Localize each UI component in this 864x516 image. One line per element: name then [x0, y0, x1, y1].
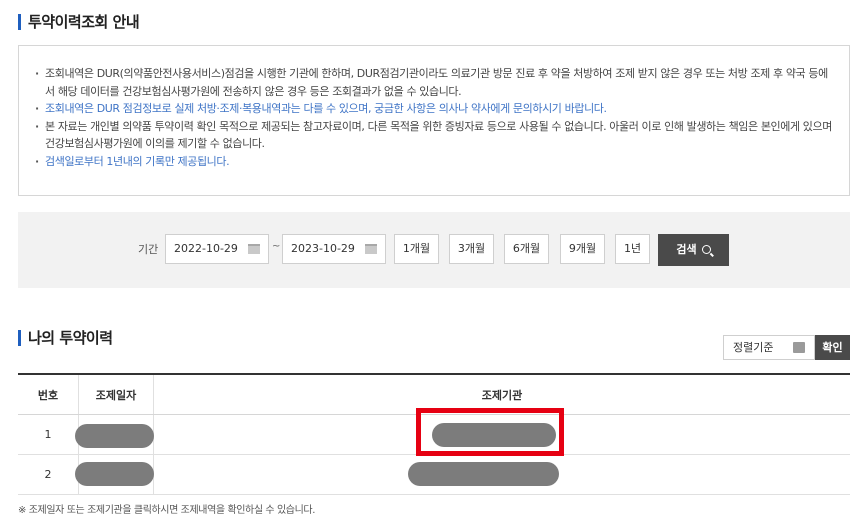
- notice-box: 조회내역은 DUR(의약품안전사용서비스)점검을 시행한 기관에 한하며, DU…: [18, 45, 850, 196]
- redacted-date[interactable]: [75, 424, 154, 448]
- notice-item: 조회내역은 DUR(의약품안전사용서비스)점검을 시행한 기관에 한하며, DU…: [35, 65, 833, 100]
- dispense-date-cell[interactable]: [75, 454, 154, 495]
- sort-select-value: 정렬기준: [733, 341, 774, 354]
- search-button[interactable]: 검색: [658, 234, 729, 266]
- title-accent-bar: [18, 13, 21, 30]
- period-1-year-button[interactable]: 1년: [615, 234, 650, 264]
- confirm-button[interactable]: 확인: [815, 335, 850, 360]
- period-6-month-button[interactable]: 6개월: [504, 234, 549, 264]
- history-section-title: 나의 투약이력: [18, 327, 113, 348]
- dispense-date-cell[interactable]: [75, 414, 154, 455]
- redacted-pharmacy[interactable]: [408, 462, 559, 486]
- end-date-value: 2023-10-29: [291, 242, 355, 255]
- highlight-box: [416, 408, 564, 456]
- sort-select[interactable]: 정렬기준: [723, 335, 815, 360]
- notice-title-text: 투약이력조회 안내: [28, 13, 140, 31]
- calendar-icon[interactable]: [365, 244, 377, 254]
- title-accent-bar: [18, 329, 21, 346]
- history-title-text: 나의 투약이력: [28, 329, 113, 347]
- header-dispense-date: 조제일자: [78, 373, 154, 415]
- row-number: 1: [18, 414, 79, 455]
- date-separator: ~: [272, 241, 281, 252]
- notice-section-title: 투약이력조회 안내: [18, 11, 140, 32]
- row-number: 2: [18, 454, 79, 495]
- period-1-month-button[interactable]: 1개월: [394, 234, 439, 264]
- end-date-field[interactable]: 2023-10-29: [282, 234, 386, 264]
- start-date-value: 2022-10-29: [174, 242, 238, 255]
- redacted-date[interactable]: [75, 462, 154, 486]
- header-number: 번호: [18, 373, 79, 415]
- notice-item: 조회내역은 DUR 점검정보로 실제 처방·조제·복용내역과는 다를 수 있으며…: [35, 100, 833, 118]
- period-label: 기간: [138, 243, 159, 256]
- table-row: 2: [18, 454, 850, 495]
- search-button-label: 검색: [676, 243, 697, 256]
- period-9-month-button[interactable]: 9개월: [560, 234, 605, 264]
- pharmacy-cell[interactable]: [153, 454, 850, 495]
- search-icon: [701, 245, 711, 254]
- period-3-month-button[interactable]: 3개월: [449, 234, 494, 264]
- search-panel: 기간 2022-10-29 ~ 2023-10-29 1개월 3개월 6개월 9…: [18, 212, 850, 288]
- start-date-field[interactable]: 2022-10-29: [165, 234, 269, 264]
- notice-item: 본 자료는 개인별 의약품 투약이력 확인 목적으로 제공되는 참고자료이며, …: [35, 118, 833, 153]
- calendar-icon[interactable]: [248, 244, 260, 254]
- list-icon: [793, 342, 805, 353]
- notice-item: 검색일로부터 1년내의 기록만 제공됩니다.: [35, 153, 833, 171]
